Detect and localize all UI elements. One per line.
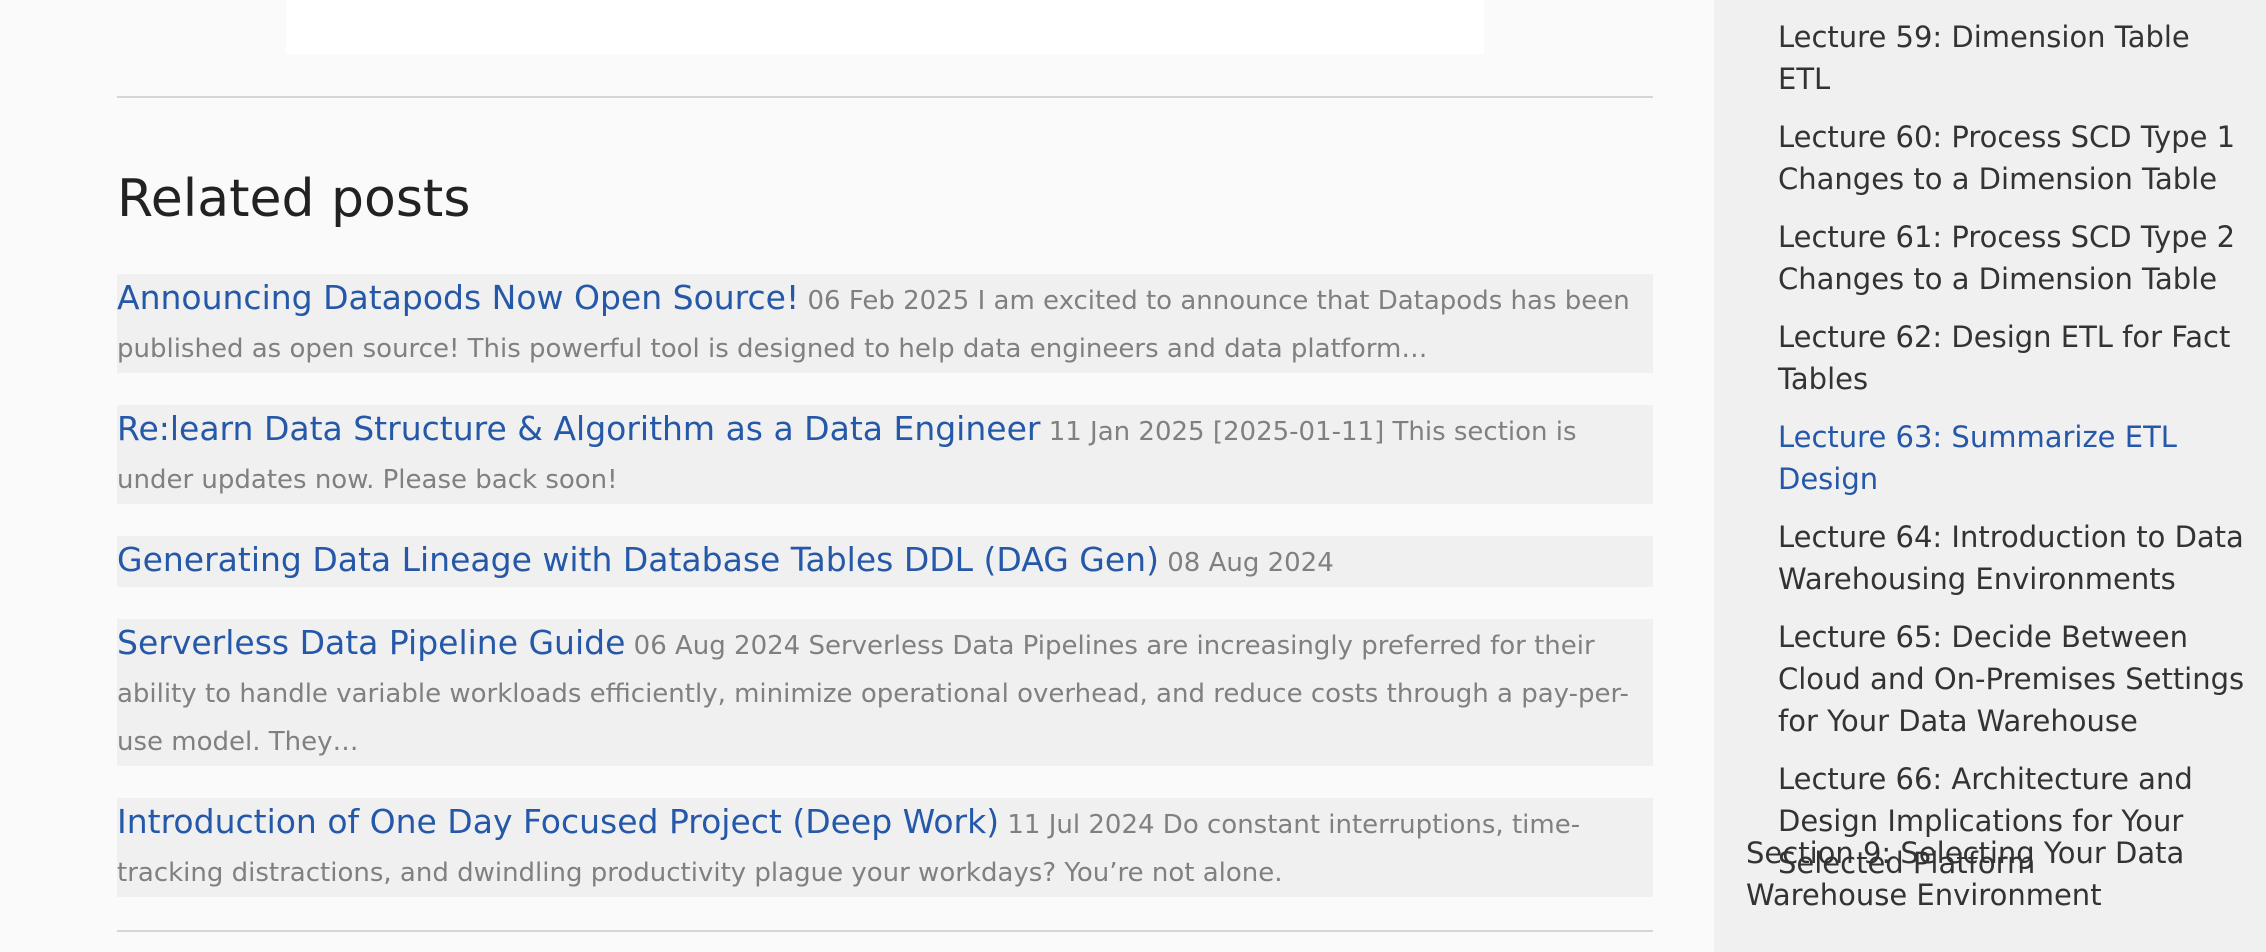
page: Related posts Announcing Datapods Now Op… [0,0,2266,952]
post-date: 06 Feb 2025 [807,286,970,316]
related-post-item: Serverless Data Pipeline Guide 06 Aug 20… [117,619,1653,766]
related-post-item: Generating Data Lineage with Database Ta… [117,536,1653,587]
related-post-link[interactable]: Re:learn Data Structure & Algorithm as a… [117,409,1040,448]
toc-lecture-64[interactable]: Lecture 64: Introduction to Data Warehou… [1778,516,2248,600]
toc-lecture-59[interactable]: Lecture 59: Dimension Table ETL [1778,16,2248,100]
toc-lecture-61[interactable]: Lecture 61: Process SCD Type 2 Changes t… [1778,216,2248,300]
related-post-item: Re:learn Data Structure & Algorithm as a… [117,405,1653,504]
related-post-link[interactable]: Announcing Datapods Now Open Source! [117,278,799,317]
related-post-item: Announcing Datapods Now Open Source! 06 … [117,274,1653,373]
related-post-link[interactable]: Serverless Data Pipeline Guide [117,623,625,662]
toc-lecture-65[interactable]: Lecture 65: Decide Between Cloud and On-… [1778,616,2248,742]
table-of-contents-sidebar: Lecture 59: Dimension Table ETL Lecture … [1714,0,2266,952]
toc-lecture-62[interactable]: Lecture 62: Design ETL for Fact Tables [1778,316,2248,400]
divider-top [117,96,1653,98]
related-post-item: Introduction of One Day Focused Project … [117,798,1653,897]
post-date: 06 Aug 2024 [633,631,801,661]
related-posts-heading: Related posts [117,169,471,229]
toc-section-9[interactable]: Section 9: Selecting Your Data Warehouse… [1746,832,2216,916]
lecture-list: Lecture 59: Dimension Table ETL Lecture … [1778,16,2248,900]
toc-lecture-60[interactable]: Lecture 60: Process SCD Type 1 Changes t… [1778,116,2248,200]
related-post-link[interactable]: Generating Data Lineage with Database Ta… [117,540,1159,579]
post-date: 08 Aug 2024 [1167,548,1334,578]
content-bottom-box [286,0,1484,54]
divider-bottom [117,930,1653,932]
post-date: 11 Jul 2024 [1007,810,1155,840]
related-post-link[interactable]: Introduction of One Day Focused Project … [117,802,999,841]
related-posts-list: Announcing Datapods Now Open Source! 06 … [117,274,1653,929]
post-date: 11 Jan 2025 [1048,417,1205,447]
toc-lecture-63-active[interactable]: Lecture 63: Summarize ETL Design [1778,416,2248,500]
